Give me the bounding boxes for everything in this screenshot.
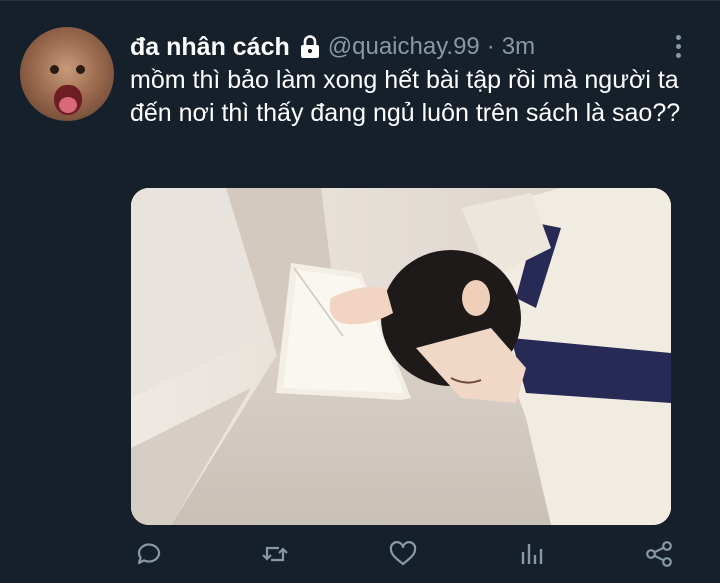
tweet[interactable]: đa nhân cách @quaichay.99 · 3m mồm thì b… bbox=[0, 0, 720, 583]
avatar-eye bbox=[76, 65, 85, 74]
user-handle[interactable]: @quaichay.99 bbox=[328, 33, 480, 61]
avatar-eye bbox=[50, 65, 59, 74]
avatar[interactable] bbox=[20, 27, 114, 121]
timestamp[interactable]: 3m bbox=[502, 33, 535, 61]
tweet-text: mồm thì bảo làm xong hết bài tập rồi mà … bbox=[130, 66, 681, 127]
more-options-icon[interactable] bbox=[676, 35, 684, 61]
avatar-tongue bbox=[59, 97, 77, 113]
tweet-photo[interactable] bbox=[131, 188, 671, 525]
photo-sleeping-on-book bbox=[131, 188, 671, 525]
reply-icon[interactable] bbox=[133, 538, 165, 570]
separator-dot: · bbox=[486, 33, 495, 60]
share-icon[interactable] bbox=[643, 538, 675, 570]
analytics-icon[interactable] bbox=[515, 538, 547, 570]
retweet-icon[interactable] bbox=[259, 538, 291, 570]
tweet-header: đa nhân cách @quaichay.99 · 3m bbox=[130, 30, 535, 64]
tweet-actions bbox=[131, 538, 691, 574]
like-icon[interactable] bbox=[387, 538, 419, 570]
display-name[interactable]: đa nhân cách bbox=[130, 33, 290, 62]
lock-icon bbox=[298, 34, 322, 60]
